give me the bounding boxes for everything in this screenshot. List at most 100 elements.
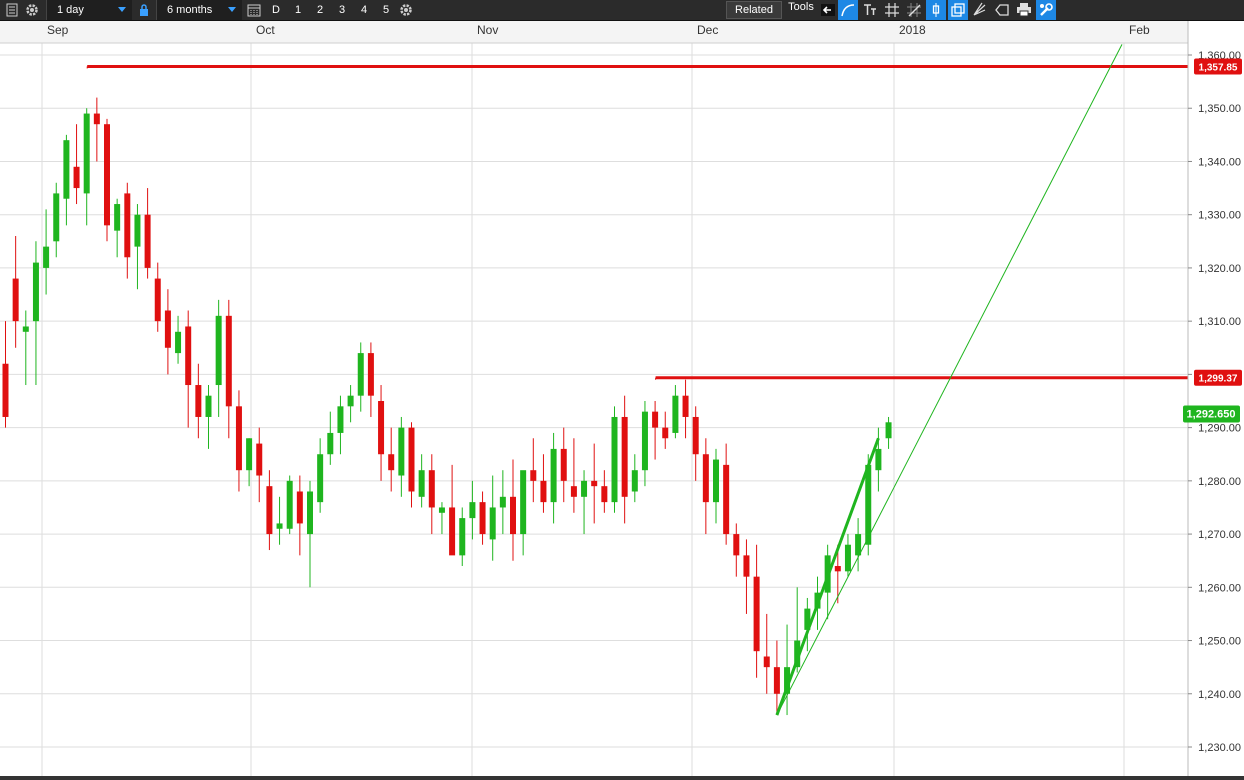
fork-tool-icon[interactable] — [970, 0, 990, 20]
candle-up — [489, 475, 496, 561]
price-chart[interactable]: Sep Oct Nov Dec 2018 Feb 1,230.00 1,240.00 1,25… — [0, 21, 1244, 776]
candle-up — [418, 454, 425, 508]
candle-down — [743, 539, 750, 614]
resistance-price-label: 1,299.37 — [1199, 374, 1238, 385]
candle-body — [347, 395, 354, 407]
candle-down — [93, 97, 100, 162]
candle-body — [408, 427, 415, 492]
candle-down — [73, 124, 80, 205]
candle-up — [641, 401, 648, 487]
period-button-d[interactable]: D — [266, 0, 286, 20]
candle-body — [296, 491, 303, 524]
candle-up — [469, 480, 476, 540]
candle-body — [713, 459, 719, 503]
candle-up — [63, 134, 70, 226]
grid-lines-icon[interactable] — [882, 0, 902, 20]
month-label: Nov — [477, 23, 498, 37]
candle-body — [560, 448, 567, 481]
candle-down — [266, 470, 273, 551]
calendar-icon[interactable] — [244, 0, 264, 20]
period-settings-gear-icon[interactable] — [396, 0, 416, 20]
print-icon[interactable] — [1014, 0, 1034, 20]
tag-shape-icon[interactable] — [992, 0, 1012, 20]
candle-body — [154, 278, 161, 322]
candle-body — [834, 566, 841, 572]
candle-up — [550, 432, 557, 524]
candle-body — [32, 262, 39, 322]
candle-body — [662, 427, 669, 439]
candle-up — [438, 502, 445, 535]
candle-body — [317, 454, 324, 503]
candle-down — [367, 342, 374, 417]
candle-up — [855, 518, 862, 572]
candle-down — [449, 464, 456, 556]
candle-body — [702, 454, 709, 503]
period-button-5[interactable]: 5 — [376, 0, 396, 20]
candle-down — [733, 523, 740, 577]
period-button-4[interactable]: 4 — [354, 0, 374, 20]
candle-up — [83, 108, 90, 226]
candle-down — [601, 470, 608, 513]
candle-up — [844, 534, 851, 577]
candle-body — [2, 363, 9, 417]
related-button[interactable]: Related — [726, 1, 782, 19]
duplicate-icon[interactable] — [948, 0, 968, 20]
candle-body — [114, 204, 121, 231]
crosshair-grid-icon[interactable] — [904, 0, 924, 20]
chart-menu-icon[interactable] — [2, 0, 22, 20]
candle-body — [225, 315, 232, 407]
candle-up — [581, 470, 588, 535]
candle-down — [388, 427, 395, 492]
candle-up — [784, 624, 791, 716]
candle-up — [875, 427, 882, 492]
candle-body — [581, 480, 588, 497]
candle-body — [652, 411, 659, 428]
candle-body — [621, 416, 628, 497]
period-button-3[interactable]: 3 — [332, 0, 352, 20]
lock-icon[interactable] — [134, 0, 154, 20]
text-tool-icon[interactable] — [860, 0, 880, 20]
period-button-2[interactable]: 2 — [310, 0, 330, 20]
candle-body — [266, 486, 273, 535]
trendline — [775, 437, 880, 716]
price-tick-label: 1,280.00 — [1198, 476, 1241, 488]
candle-down — [773, 640, 780, 716]
candle-down — [591, 443, 598, 524]
candle-body — [104, 124, 110, 226]
candle-down — [296, 475, 303, 556]
candle-body — [73, 166, 80, 189]
candle-body — [570, 486, 577, 497]
last-price-label: 1,292.650 — [1187, 409, 1236, 421]
settings-wrench-icon[interactable] — [1036, 0, 1056, 20]
price-axis-bg — [1188, 21, 1244, 776]
candle-up — [520, 470, 527, 556]
candle-body — [256, 443, 263, 476]
candle-body — [286, 480, 293, 529]
candle-body — [276, 523, 283, 529]
candle-body — [844, 544, 851, 572]
candle-body — [459, 518, 466, 556]
candle-body — [22, 326, 29, 332]
month-label: Dec — [697, 23, 718, 37]
candle-up — [611, 406, 618, 513]
candle-up — [327, 411, 334, 465]
candle-body — [773, 667, 780, 694]
range-select[interactable]: 6 months — [156, 0, 242, 20]
gear-icon[interactable] — [22, 0, 42, 20]
curve-line-icon[interactable] — [838, 0, 858, 20]
candle-down — [428, 454, 435, 535]
tools-label: Tools — [788, 1, 814, 13]
period-button-1[interactable]: 1 — [288, 0, 308, 20]
range-value: 6 months — [167, 4, 213, 16]
interval-select[interactable]: 1 day — [46, 0, 132, 20]
candle-down — [195, 363, 202, 439]
candle-body — [307, 491, 313, 535]
chevron-down-icon — [228, 7, 236, 12]
candle-up — [134, 204, 141, 290]
bottom-scrollbar[interactable] — [0, 776, 1244, 780]
candle-up — [205, 385, 212, 449]
candlestick-icon[interactable] — [926, 0, 946, 20]
candle-up — [307, 480, 313, 588]
price-tick-label: 1,310.00 — [1198, 316, 1241, 328]
back-arrow-icon[interactable] — [818, 0, 838, 20]
